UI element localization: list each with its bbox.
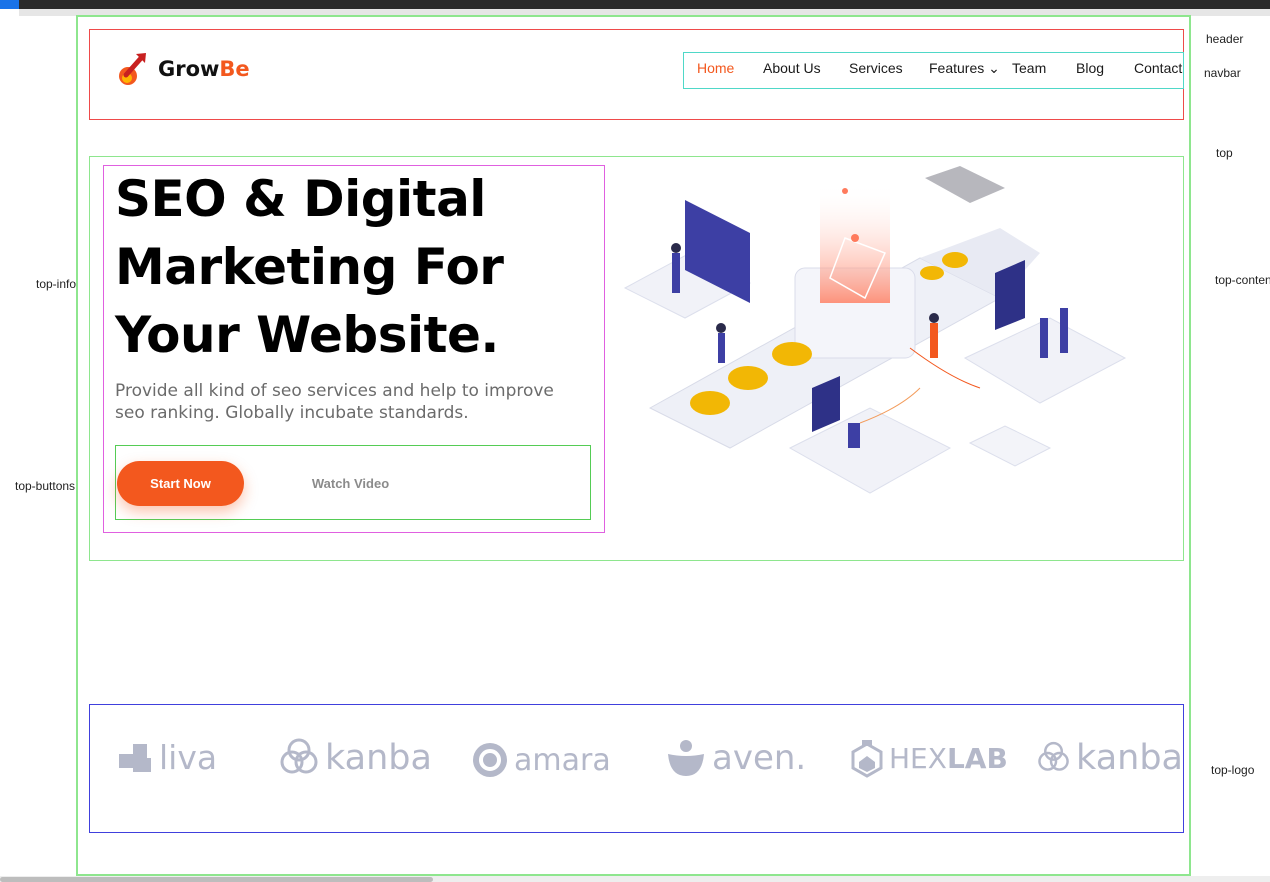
label-top-info: top-info [36,277,77,291]
start-now-button[interactable]: Start Now [117,461,244,506]
partner-liva[interactable]: liva [117,738,217,777]
nav-blog[interactable]: Blog [1076,60,1104,76]
partner-hexlab-name: HEXLAB [889,742,1008,775]
hero-illustration [623,166,1127,494]
logo-text-accent: Be [219,57,250,81]
nav-team[interactable]: Team [1012,60,1046,76]
label-top: top [1216,146,1233,160]
liva-icon [119,743,151,772]
nav-features[interactable]: Features ⌄ [929,60,1000,77]
partner-aven[interactable]: aven. [666,738,806,778]
hero-title: SEO & Digital Marketing For Your Website… [115,170,504,364]
label-top-content: top-content [1215,273,1270,287]
partner-liva-name: liva [159,738,218,777]
partner-kanba-name: kanba [325,738,432,778]
nav-home[interactable]: Home [697,60,734,76]
nav-contact[interactable]: Contact [1134,60,1182,76]
partner-hexlab-name-light: HEX [889,741,947,775]
partner-amara-name: amara [514,742,611,778]
label-top-logo: top-logo [1211,763,1255,777]
partner-kanba[interactable]: kanba [279,738,432,778]
logo-text-main: Grow [158,57,220,81]
browser-top-bar [0,0,1270,9]
nav-about-us[interactable]: About Us [763,60,821,76]
partner-hexlab-name-bold: LAB [946,741,1008,775]
label-header: header [1206,32,1244,46]
logo-text: GrowBe [158,57,250,81]
label-top-buttons: top-buttons [15,479,76,493]
aven-icon [668,740,704,776]
nav-services[interactable]: Services [849,60,903,76]
partner-aven-name: aven. [712,738,807,778]
scrollbar-thumb[interactable] [0,877,433,882]
top-logo-outline [89,704,1184,833]
site-logo[interactable]: GrowBe [116,51,250,87]
hero-subtitle: Provide all kind of seo services and hel… [115,381,554,423]
kanba-icon [280,738,318,774]
partner-kanba-2-name: kanba [1076,738,1183,778]
rocket-icon [119,53,146,85]
browser-accent [0,0,19,9]
partner-kanba-2[interactable]: kanba [1037,738,1183,778]
partner-hexlab[interactable]: HEXLAB [851,738,1008,778]
kanba-icon [1038,741,1069,771]
partner-amara[interactable]: amara [472,742,611,778]
hexlab-icon [851,740,883,778]
label-navbar: navbar [1204,66,1241,80]
amara-icon [473,743,507,777]
watch-video-button[interactable]: Watch Video [282,461,419,506]
